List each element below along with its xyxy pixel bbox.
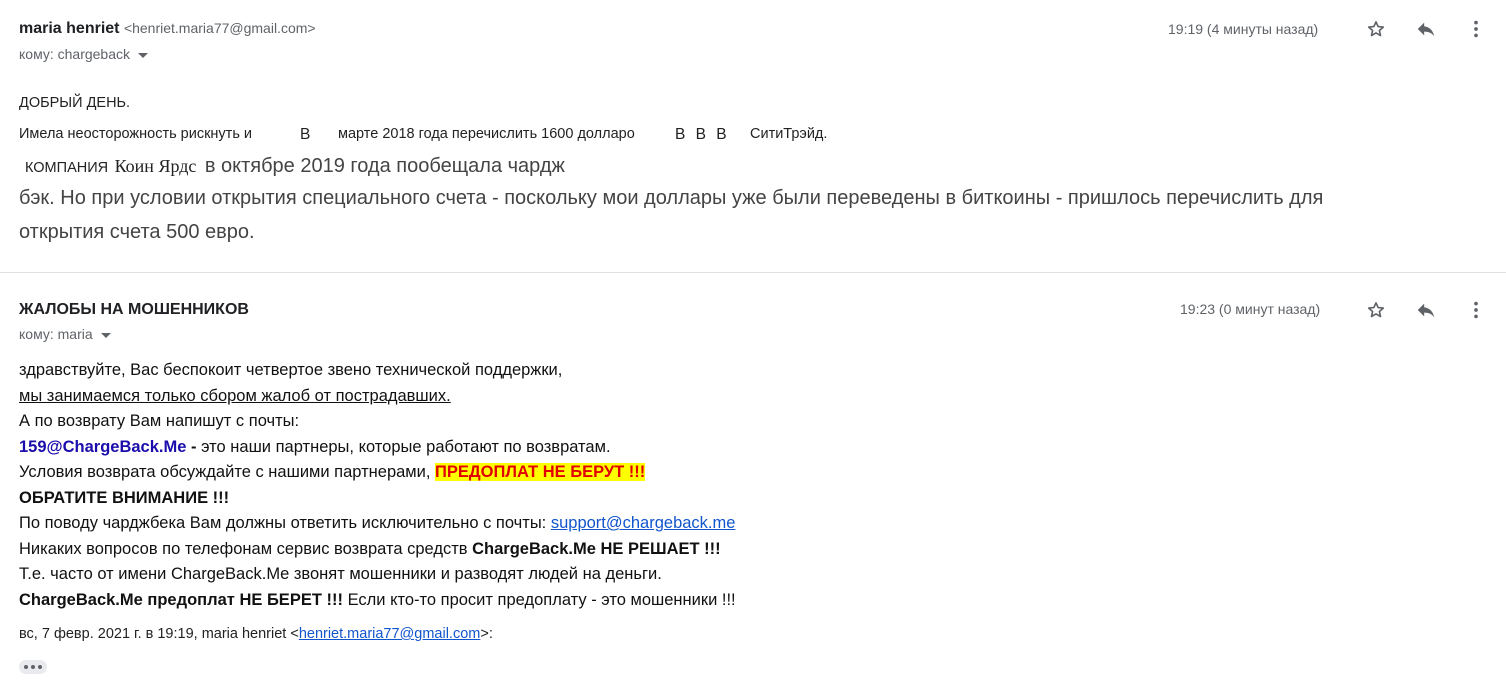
body-line: Никаких вопросов по телефонам сервис воз… — [19, 539, 721, 558]
body-line: мы занимаемся только сбором жалоб от пос… — [19, 386, 451, 405]
chevron-down-icon[interactable] — [100, 332, 111, 338]
body-line-3: бэк. Но при условии открытия специальног… — [19, 187, 1324, 209]
message-time: 19:19 (4 минуты назад) — [1168, 21, 1319, 37]
quote-header: вс, 7 февр. 2021 г. в 19:19, maria henri… — [19, 626, 493, 642]
body-line: 159@ChargeBack.Me - это наши партнеры, к… — [19, 437, 611, 456]
body-line-1: Имела неосторожность рискнуть и — [19, 126, 253, 142]
greeting-text: ДОБРЫЙ ДЕНЬ. — [19, 95, 131, 111]
body-line: Т.е. часто от имени ChargeBack.Me звонят… — [19, 565, 662, 583]
recipient-dropdown[interactable]: кому: maria — [19, 326, 111, 342]
body-line: Условия возврата обсуждайте с нашими пар… — [19, 463, 646, 481]
reply-icon[interactable] — [1415, 299, 1437, 321]
sender-row: ЖАЛОБЫ НА МОШЕННИКОВ — [19, 301, 249, 319]
body-line-1-fragment: марте 2018 года перечислить 1600 долларо — [338, 126, 635, 142]
sender-name[interactable]: maria henriet — [19, 20, 119, 37]
body-line: По поводу чарджбека Вам должны ответить … — [19, 514, 736, 532]
body-line: ОБРАТИТЕ ВНИМАНИЕ !!! — [19, 488, 230, 507]
sender-email: <henriet.maria77@gmail.com> — [123, 20, 316, 36]
message-time: 19:23 (0 минут назад) — [1180, 301, 1321, 317]
body-line-1-fragment: СитиТрэйд. — [750, 126, 828, 142]
star-icon[interactable] — [1365, 18, 1387, 40]
highlight-no-prepayment: ПРЕДОПЛАТ НЕ БЕРУТ !!! — [435, 463, 646, 481]
more-vert-icon[interactable] — [1465, 18, 1487, 40]
body-line-2: КОМПАНИЯ Коин Ярдс в октябре 2019 года п… — [25, 155, 565, 177]
sender-name[interactable]: ЖАЛОБЫ НА МОШЕННИКОВ — [19, 301, 249, 318]
reply-icon[interactable] — [1415, 18, 1437, 40]
chevron-down-icon[interactable] — [138, 52, 149, 58]
message-body: здравствуйте, Вас беспокоит четвертое зв… — [19, 358, 736, 613]
body-line: ChargeBack.Me предоплат НЕ БЕРЕТ !!! Есл… — [19, 590, 736, 609]
body-line-1-fragment: В — [300, 126, 311, 143]
partner-email[interactable]: 159@ChargeBack.Me — [19, 438, 186, 456]
body-line: А по возврату Вам напишут с почты: — [19, 412, 300, 430]
body-line-4: открытия счета 500 евро. — [19, 221, 255, 243]
recipient-label: кому: chargeback — [19, 46, 131, 62]
body-line-1-fragment: В В В — [675, 126, 727, 143]
show-trimmed-content-icon[interactable] — [19, 660, 47, 674]
sender-row: maria henriet <henriet.maria77@gmail.com… — [19, 20, 316, 38]
quoted-sender-email-link[interactable]: henriet.maria77@gmail.com — [299, 626, 481, 642]
star-icon[interactable] — [1365, 299, 1387, 321]
message-divider — [0, 272, 1506, 273]
recipient-label: кому: maria — [19, 326, 93, 342]
more-vert-icon[interactable] — [1465, 299, 1487, 321]
recipient-dropdown[interactable]: кому: chargeback — [19, 46, 149, 62]
body-line: здравствуйте, Вас беспокоит четвертое зв… — [19, 361, 563, 379]
support-email-link[interactable]: support@chargeback.me — [551, 514, 736, 532]
